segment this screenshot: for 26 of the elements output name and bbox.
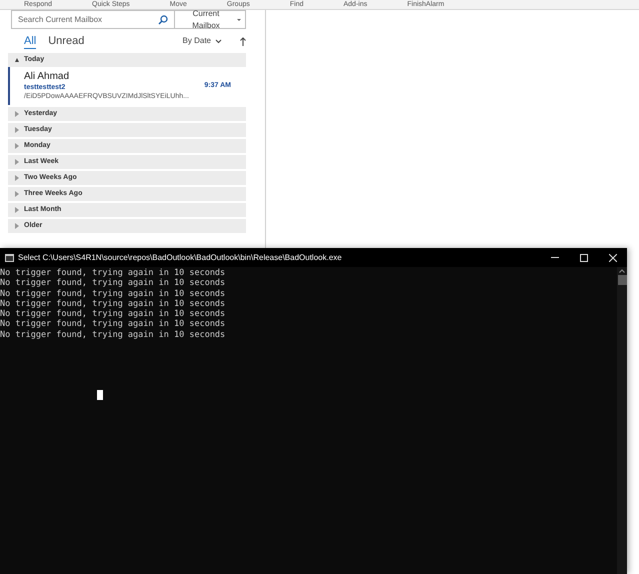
arrow-up-icon[interactable] bbox=[240, 36, 246, 46]
console-app-icon bbox=[5, 254, 14, 262]
scrollbar[interactable] bbox=[617, 267, 627, 574]
console-line: No trigger found, trying again in 10 seconds bbox=[0, 278, 226, 289]
search-scope-dropdown[interactable]: Current Mailbox bbox=[175, 10, 246, 29]
maximize-icon bbox=[580, 254, 588, 262]
filter-tab[interactable]: All bbox=[24, 34, 36, 48]
console-line: No trigger found, trying again in 10 seconds bbox=[0, 298, 226, 310]
console-line: No trigger found, trying again in 10 seconds bbox=[0, 319, 226, 330]
console-line: No trigger found, trying again in 10 seconds bbox=[0, 330, 226, 340]
scroll-up-icon bbox=[619, 269, 625, 273]
chevron-down-icon bbox=[215, 38, 222, 44]
close-icon bbox=[608, 254, 616, 262]
caret-icon bbox=[237, 18, 241, 20]
sort-dropdown[interactable]: By Date bbox=[182, 35, 222, 47]
console-line: No trigger found, trying again in 10 seconds bbox=[0, 309, 226, 320]
console-line: No trigger found, trying again in 10 seconds bbox=[0, 288, 226, 299]
search-field[interactable]: Search Current Mailbox bbox=[11, 10, 175, 29]
filter-tab[interactable]: Unread bbox=[48, 34, 84, 48]
minimize-icon bbox=[550, 257, 558, 258]
message-sender: Ali Ahmad bbox=[24, 71, 70, 83]
search-icon bbox=[158, 14, 168, 24]
console-line: No trigger found, trying again in 10 seconds bbox=[0, 268, 226, 278]
scrollbar-thumb[interactable] bbox=[618, 275, 626, 285]
window-title: Select C:\Users\S4R1N\source\repos\BadOutlook\BadOutlook\bin\Release\BadOutlook.exe bbox=[18, 252, 342, 264]
text-cursor bbox=[97, 390, 103, 400]
